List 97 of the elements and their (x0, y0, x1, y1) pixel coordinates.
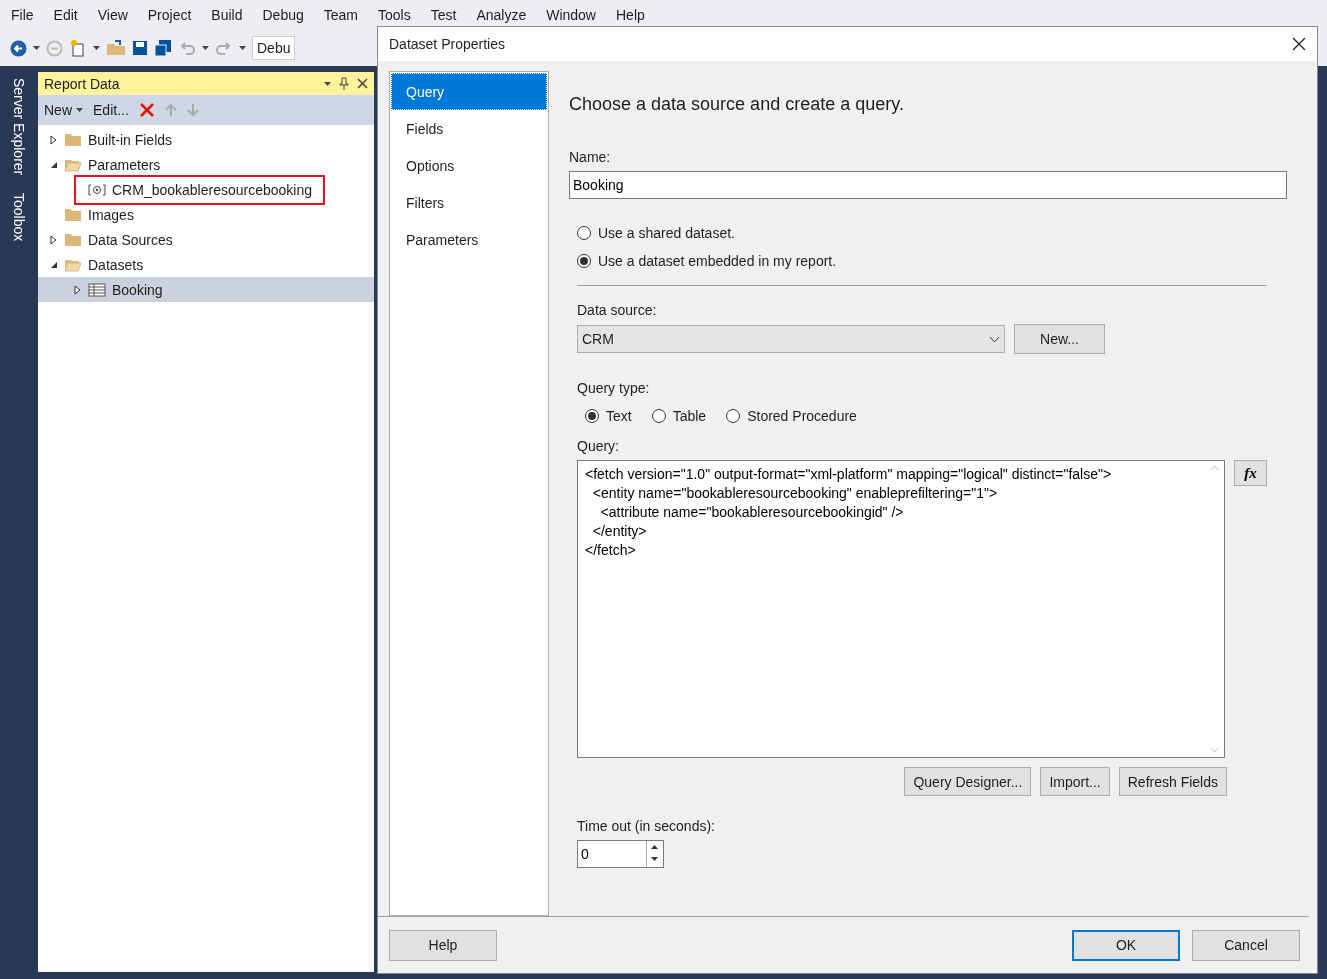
dropdown-arrow-icon[interactable] (202, 46, 209, 50)
configuration-dropdown[interactable]: Debu (252, 36, 296, 60)
field-label: Query: (577, 438, 620, 454)
page-list-item[interactable]: Filters (391, 184, 547, 221)
radio-option[interactable]: Text (585, 402, 632, 430)
side-tab[interactable]: Toolbox (8, 191, 30, 244)
query-action-button[interactable]: Query Designer... (904, 767, 1032, 796)
radio-option[interactable]: Use a dataset embedded in my report. (577, 247, 1267, 275)
back-icon[interactable] (10, 39, 27, 57)
expand-arrow-icon[interactable] (74, 284, 82, 295)
tree-label: Booking (112, 281, 163, 298)
page-list-item[interactable]: Query (391, 73, 547, 110)
menu-item[interactable]: Tools (371, 7, 424, 23)
expression-button[interactable]: fx (1234, 460, 1267, 486)
folder-icon (64, 232, 82, 247)
menu-item[interactable]: Analyze (469, 7, 540, 23)
page-list-item[interactable]: Parameters (391, 221, 547, 258)
menu-item[interactable]: Edit (46, 7, 91, 23)
cancel-button[interactable]: Cancel (1192, 929, 1300, 961)
timeout-spinner[interactable]: 0 (577, 840, 664, 868)
menu-item[interactable]: File (4, 7, 47, 23)
chevron-down-icon (989, 335, 1000, 343)
field-label: Time out (in seconds): (577, 818, 716, 834)
collapse-arrow-icon[interactable] (50, 260, 58, 269)
radio-button[interactable] (585, 409, 599, 423)
dropdown-arrow-icon[interactable] (93, 46, 100, 50)
new-button[interactable]: New... (1014, 324, 1105, 354)
save-all-icon[interactable] (154, 39, 172, 57)
expand-arrow-icon[interactable] (50, 234, 58, 245)
field-label: Query type: (577, 380, 651, 396)
open-folder-icon (64, 257, 82, 272)
page-list-item[interactable]: Options (391, 147, 547, 184)
name-field[interactable]: Booking (569, 171, 1287, 199)
folder-icon (64, 207, 82, 222)
menu-item[interactable]: Debug (255, 7, 317, 23)
tree-item[interactable]: Booking (38, 277, 374, 302)
radio-button[interactable] (577, 226, 591, 240)
tree-label: Parameters (88, 156, 161, 173)
pin-icon[interactable] (339, 76, 349, 91)
dropdown-arrow-icon[interactable] (33, 46, 40, 50)
radio-option[interactable]: Use a shared dataset. (577, 219, 1267, 247)
undo-icon (178, 40, 196, 56)
query-action-button[interactable]: Import... (1040, 767, 1110, 796)
tree-label: Data Sources (88, 231, 173, 248)
menu-item[interactable]: View (90, 7, 141, 23)
open-folder-icon (64, 157, 82, 172)
redo-icon (215, 40, 233, 56)
close-icon[interactable] (1292, 37, 1306, 51)
menu-item[interactable]: Help (609, 7, 658, 23)
radio-option[interactable]: Stored Procedure (726, 402, 857, 430)
radio-option[interactable]: Table (651, 402, 707, 430)
radio-button[interactable] (651, 409, 666, 423)
menu-item[interactable]: Window (539, 7, 609, 23)
tree-label: Built-in Fields (88, 131, 173, 148)
collapse-arrow-icon[interactable] (50, 160, 58, 169)
field-label: Name: (569, 149, 612, 165)
menu-item[interactable]: Team (316, 7, 371, 23)
tree-label: Datasets (88, 256, 144, 273)
tree-item[interactable]: Images (38, 202, 374, 227)
menu-item[interactable]: Project (140, 7, 205, 23)
page-list-item[interactable]: Fields (391, 110, 547, 147)
delete-icon[interactable] (138, 102, 155, 118)
radio-button[interactable] (577, 254, 591, 268)
side-tab[interactable]: Server Explorer (8, 76, 30, 178)
close-icon[interactable] (357, 78, 368, 89)
data-source-dropdown[interactable]: CRM (577, 325, 1005, 353)
new-item-icon[interactable] (69, 39, 87, 57)
dropdown-arrow-icon[interactable] (239, 46, 246, 50)
field-label: Data source: (577, 302, 658, 318)
move-down-icon (186, 103, 199, 117)
radio-button[interactable] (726, 409, 741, 423)
parameter-icon (88, 183, 106, 196)
move-up-icon (164, 103, 177, 117)
query-action-button[interactable]: Refresh Fields (1118, 767, 1227, 796)
toolbar-action[interactable]: New (44, 102, 83, 118)
tree-item[interactable]: CRM_bookableresourcebooking (38, 177, 374, 202)
folder-icon (64, 132, 82, 147)
tree-item[interactable]: Parameters (38, 152, 374, 177)
menu-item[interactable]: Build (204, 7, 256, 23)
tree-label: Images (88, 206, 134, 223)
tree-item[interactable]: Datasets (38, 252, 374, 277)
dropdown-arrow-icon[interactable] (76, 108, 83, 112)
expand-arrow-icon[interactable] (50, 134, 58, 145)
toolbar-action[interactable]: Edit... (93, 102, 129, 118)
section-heading: Choose a data source and create a query. (569, 94, 905, 115)
ok-button[interactable]: OK (1072, 929, 1180, 961)
tree-item[interactable]: Built-in Fields (38, 127, 374, 152)
help-button[interactable]: Help (389, 929, 497, 961)
highlighted-label: CRM_bookableresourcebooking (76, 176, 323, 203)
save-icon[interactable] (132, 40, 148, 56)
table-icon (88, 282, 106, 297)
panel-title: Report Data (44, 75, 121, 92)
tree-item[interactable]: Data Sources (38, 227, 374, 252)
panel-menu-icon[interactable] (324, 81, 331, 86)
menu-item[interactable]: Test (423, 7, 470, 23)
dialog-title: Dataset Properties (389, 36, 505, 52)
open-folder-icon[interactable] (106, 40, 126, 56)
